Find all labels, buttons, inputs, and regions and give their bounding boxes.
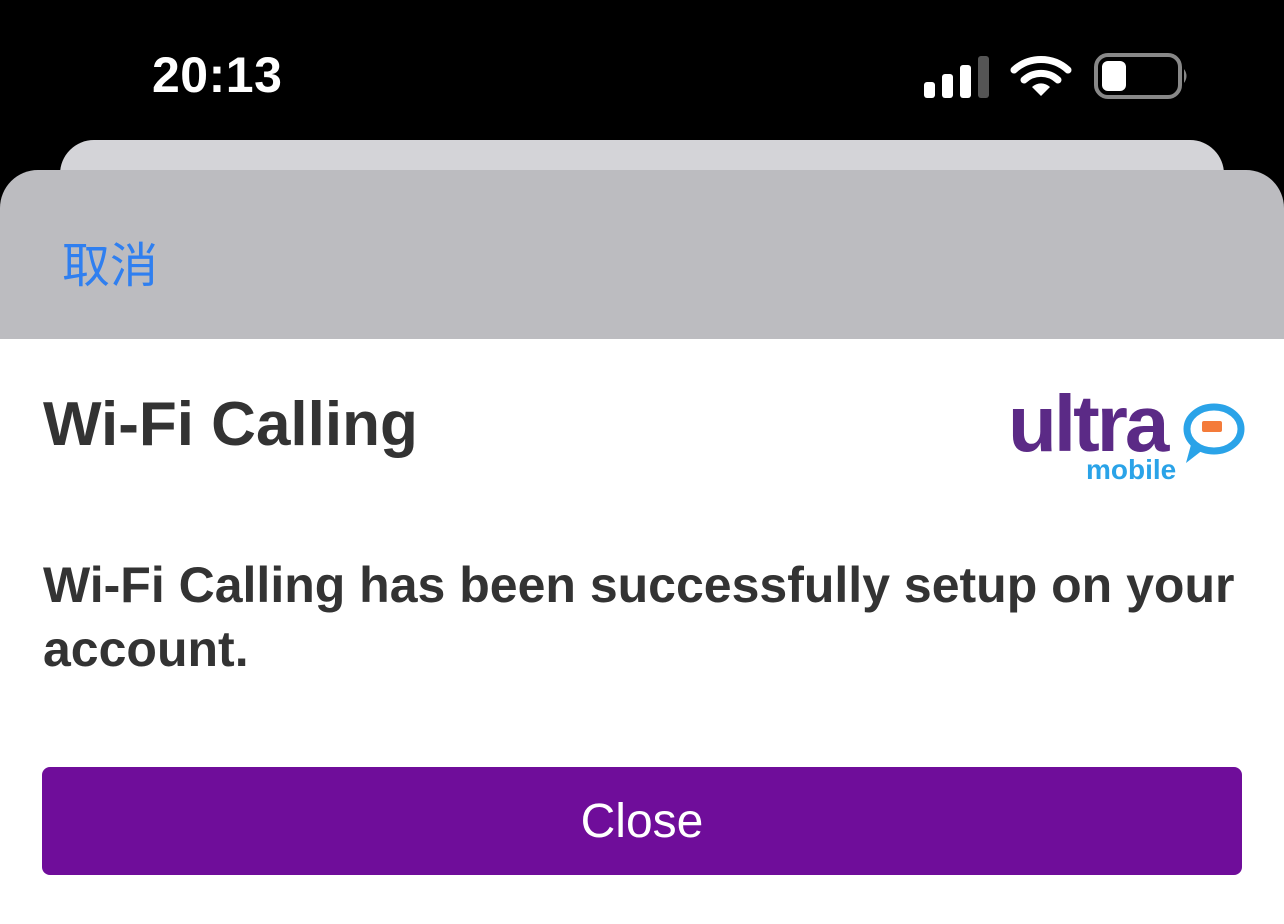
status-time: 20:13 <box>152 47 283 103</box>
page-title: Wi-Fi Calling <box>43 390 418 459</box>
battery-icon <box>1094 53 1187 99</box>
success-message: Wi-Fi Calling has been successfully setu… <box>43 557 1235 677</box>
sheet-header: 取消 <box>0 170 1284 340</box>
ultra-mobile-logo: ultra mobile <box>1008 381 1245 485</box>
status-bar: 20:13 <box>0 0 1284 140</box>
wifi-calling-content: Wi-Fi Calling ultra mobile Wi-Fi Calling… <box>0 339 1284 924</box>
cellular-signal-icon <box>924 56 989 98</box>
cancel-button[interactable]: 取消 <box>62 226 158 296</box>
logo-subtitle: mobile <box>1086 454 1176 485</box>
wifi-icon <box>1010 56 1072 96</box>
close-button[interactable]: Close <box>42 767 1242 875</box>
chat-bubble-icon <box>1183 403 1245 463</box>
